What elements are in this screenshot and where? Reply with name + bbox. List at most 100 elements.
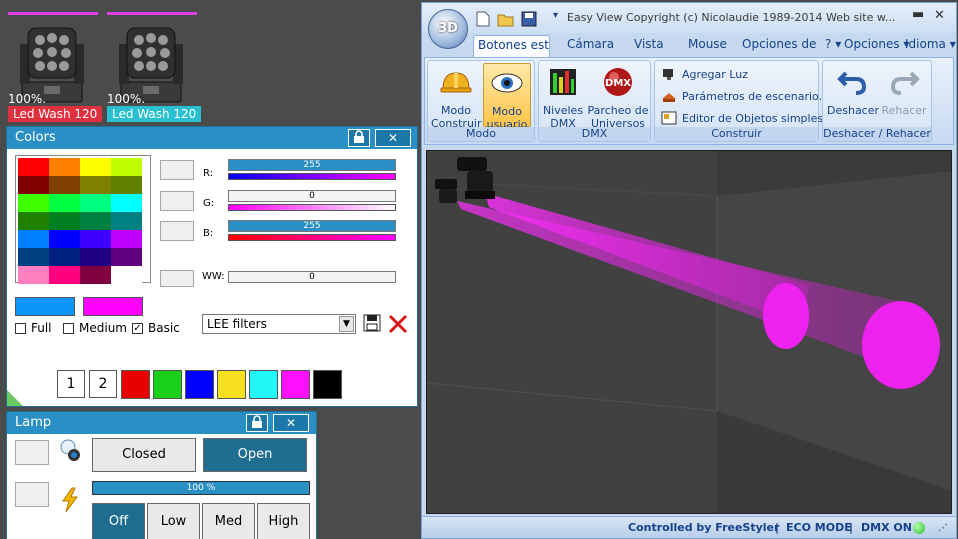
lamp-panel-title-bar[interactable]: Lamp ✕	[7, 412, 316, 434]
options-menu[interactable]: Opciones ▾	[844, 37, 909, 51]
preset-color-swatch[interactable]	[249, 370, 278, 399]
floppy-icon[interactable]	[363, 314, 381, 332]
qat-dropdown-icon[interactable]: ▾	[553, 10, 558, 21]
palette-color-cell[interactable]	[18, 212, 49, 230]
parametros-escenario-item[interactable]: Parámetros de escenario...	[661, 89, 829, 103]
modo-usuario-button[interactable]: Modo usuario	[483, 63, 531, 131]
level-med-button[interactable]: Med	[202, 503, 255, 539]
palette-color-cell[interactable]	[49, 266, 80, 284]
palette-color-cell[interactable]	[18, 230, 49, 248]
save-icon[interactable]	[521, 11, 537, 27]
palette-color-cell[interactable]	[49, 230, 80, 248]
lock-icon[interactable]	[246, 414, 268, 432]
level-high-button[interactable]: High	[257, 503, 310, 539]
level-off-button[interactable]: Off	[92, 503, 145, 539]
closed-button[interactable]: Closed	[92, 438, 196, 472]
ww-channel-swatch[interactable]	[160, 270, 194, 287]
palette-color-cell[interactable]	[49, 158, 80, 176]
shutter-swatch[interactable]	[15, 440, 49, 465]
palette-color-cell[interactable]	[80, 176, 111, 194]
fixture-1[interactable]: 100%. Led Wash 120	[8, 10, 103, 122]
palette-color-cell[interactable]	[80, 194, 111, 212]
palette-color-cell[interactable]	[49, 176, 80, 194]
palette-color-cell[interactable]	[111, 266, 142, 284]
basic-checkbox[interactable]: ✓ Basic	[132, 321, 180, 335]
palette-color-cell[interactable]	[111, 158, 142, 176]
palette-color-cell[interactable]	[111, 212, 142, 230]
intensity-bar[interactable]: 100 %	[92, 481, 310, 495]
full-checkbox[interactable]: Full	[15, 321, 52, 335]
close-icon[interactable]: ✕	[375, 129, 411, 147]
preset-color-swatch[interactable]	[153, 370, 182, 399]
tab-mouse[interactable]: Mouse	[688, 37, 727, 51]
palette-color-cell[interactable]	[111, 248, 142, 266]
lock-icon[interactable]	[348, 129, 370, 147]
resize-grip-icon[interactable]: ⋰	[938, 518, 948, 539]
preset-color-swatch[interactable]	[281, 370, 310, 399]
tab-camara[interactable]: Cámara	[567, 37, 614, 51]
open-button[interactable]: Open	[203, 438, 307, 472]
niveles-dmx-button[interactable]: Niveles DMX	[541, 63, 585, 130]
palette-color-cell[interactable]	[111, 230, 142, 248]
parcheo-universos-button[interactable]: DMX Parcheo de Universos	[587, 63, 649, 130]
checkbox-box[interactable]	[63, 322, 74, 334]
colors-panel-title-bar[interactable]: Colors ✕	[7, 127, 417, 149]
palette-color-cell[interactable]	[18, 176, 49, 194]
red-slider[interactable]: 255	[228, 159, 396, 171]
blue-slider[interactable]: 255	[228, 220, 396, 232]
modo-construir-button[interactable]: Modo Construir	[431, 63, 482, 130]
intensity-swatch[interactable]	[15, 482, 49, 507]
filter-select[interactable]: LEE filters ▼	[202, 314, 356, 334]
checkbox-box[interactable]	[15, 322, 26, 334]
preset-button-1[interactable]: 1	[57, 370, 85, 398]
minimize-icon[interactable]: ▬	[912, 7, 924, 22]
green-channel-swatch[interactable]	[160, 191, 194, 211]
palette-color-cell[interactable]	[80, 158, 111, 176]
red-channel-swatch[interactable]	[160, 160, 194, 180]
preset-color-swatch[interactable]	[313, 370, 342, 399]
chevron-down-icon[interactable]: ▼	[339, 316, 354, 332]
ww-slider[interactable]: 0	[228, 271, 396, 283]
palette-color-cell[interactable]	[80, 212, 111, 230]
editor-objetos-item[interactable]: Editor de Objetos simples	[661, 111, 823, 125]
current-color-preview[interactable]	[15, 297, 75, 316]
palette-color-cell[interactable]	[49, 194, 80, 212]
delete-x-icon[interactable]	[388, 314, 408, 334]
preset-button-2[interactable]: 2	[89, 370, 117, 398]
palette-color-cell[interactable]	[111, 176, 142, 194]
open-folder-icon[interactable]	[497, 11, 515, 27]
tab-opciones-de-r[interactable]: Opciones de r	[742, 37, 818, 51]
palette-color-cell[interactable]	[49, 212, 80, 230]
palette-color-cell[interactable]	[49, 248, 80, 266]
close-icon[interactable]: ✕	[273, 414, 309, 432]
fixture-name-tag[interactable]: Led Wash 120	[8, 106, 103, 122]
fixture-name-tag[interactable]: Led Wash 120	[107, 106, 202, 122]
rehacer-button[interactable]: Rehacer	[879, 63, 929, 127]
level-low-button[interactable]: Low	[147, 503, 200, 539]
medium-checkbox[interactable]: Medium	[63, 321, 127, 335]
palette-color-cell[interactable]	[18, 248, 49, 266]
fixture-2[interactable]: 100%. Led Wash 120	[107, 10, 202, 122]
preset-color-swatch[interactable]	[121, 370, 150, 399]
palette-color-cell[interactable]	[80, 266, 111, 284]
checkbox-box[interactable]: ✓	[132, 322, 143, 334]
palette-color-cell[interactable]	[80, 230, 111, 248]
agregar-luz-item[interactable]: Agregar Luz	[661, 67, 748, 81]
help-menu[interactable]: ? ▾	[825, 37, 841, 51]
deshacer-button[interactable]: Deshacer	[827, 63, 879, 127]
3d-viewport[interactable]	[426, 150, 952, 514]
target-color-preview[interactable]	[83, 297, 143, 316]
palette-color-cell[interactable]	[18, 266, 49, 284]
blue-channel-swatch[interactable]	[160, 221, 194, 241]
palette-color-cell[interactable]	[18, 158, 49, 176]
preset-color-swatch[interactable]	[217, 370, 246, 399]
green-slider[interactable]: 0	[228, 190, 396, 202]
palette-color-cell[interactable]	[18, 194, 49, 212]
palette-color-cell[interactable]	[80, 248, 111, 266]
tab-botones[interactable]: Botones están	[473, 35, 550, 57]
tab-vista[interactable]: Vista	[634, 37, 664, 51]
palette-color-cell[interactable]	[111, 194, 142, 212]
new-file-icon[interactable]	[476, 11, 490, 27]
stage-scene[interactable]	[427, 151, 952, 514]
resize-grip-icon[interactable]	[7, 388, 25, 406]
